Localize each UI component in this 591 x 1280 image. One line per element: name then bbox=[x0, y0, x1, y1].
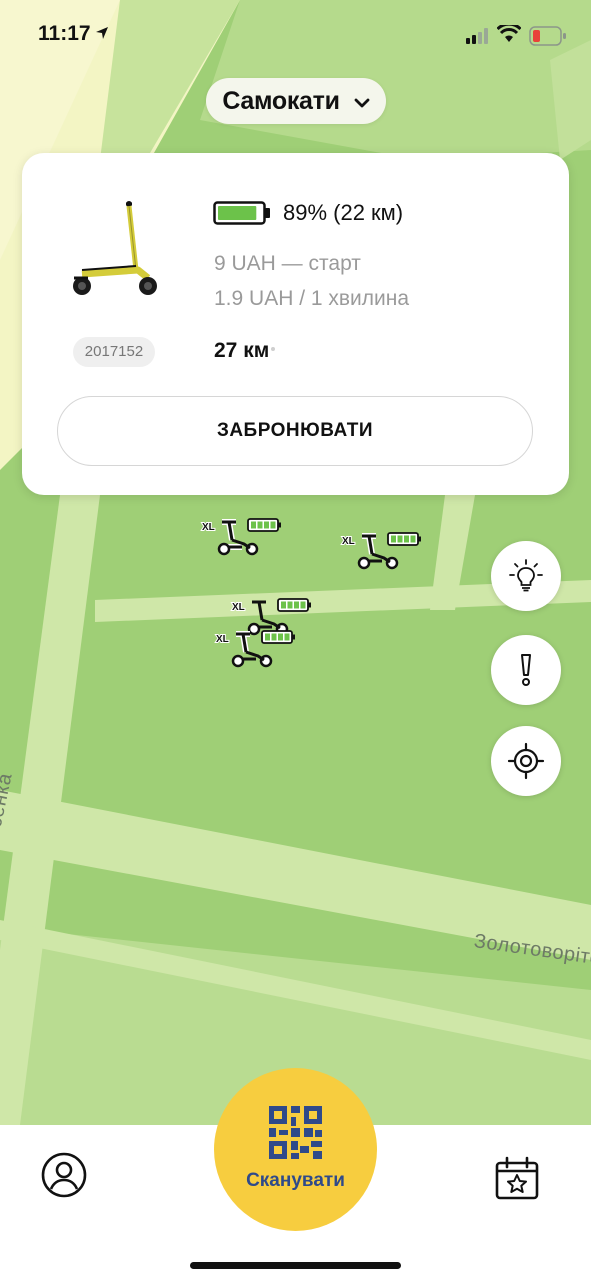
xl-badge: XL bbox=[202, 522, 215, 533]
price-start: 9 UAH — старт bbox=[214, 252, 361, 275]
scooter-marker[interactable]: XL bbox=[340, 528, 425, 576]
scan-button-label: Сканувати bbox=[246, 1170, 345, 1191]
battery-text: 89% (22 км) bbox=[283, 200, 404, 225]
xl-badge: XL bbox=[216, 634, 229, 645]
status-bar: 11:17 bbox=[0, 0, 591, 70]
scooter-marker[interactable]: XL bbox=[214, 626, 299, 674]
calendar-star-icon bbox=[495, 1156, 539, 1200]
profile-button[interactable] bbox=[40, 1151, 88, 1204]
cellular-signal-icon bbox=[466, 28, 488, 44]
reserve-button[interactable]: ЗАБРОНЮВАТИ bbox=[57, 396, 533, 466]
locate-icon bbox=[507, 742, 545, 780]
my-location-button[interactable] bbox=[491, 726, 561, 796]
vehicle-type-label: Самокати bbox=[222, 86, 340, 115]
wifi-icon bbox=[497, 25, 521, 42]
location-arrow-icon bbox=[96, 27, 108, 39]
chevron-down-icon bbox=[354, 98, 370, 108]
home-indicator bbox=[190, 1262, 401, 1269]
distance-to-scooter: 27 км bbox=[214, 339, 270, 362]
reserve-button-label: ЗАБРОНЮВАТИ bbox=[216, 420, 374, 441]
profile-icon bbox=[41, 1152, 87, 1198]
price-per-minute: 1.9 UAH / 1 хвилина bbox=[214, 287, 410, 310]
vehicle-type-selector[interactable]: Самокати bbox=[206, 78, 386, 124]
distance-dot bbox=[271, 347, 275, 351]
lightbulb-icon bbox=[509, 559, 543, 592]
report-problem-button[interactable] bbox=[491, 635, 561, 705]
status-time: 11:17 bbox=[38, 22, 91, 45]
lightbulb-button[interactable] bbox=[491, 541, 561, 611]
alert-icon bbox=[521, 654, 531, 686]
scan-button[interactable]: Сканувати bbox=[214, 1068, 377, 1231]
device-battery-icon bbox=[529, 26, 566, 46]
battery-level-icon bbox=[213, 201, 270, 225]
favorites-calendar-button[interactable] bbox=[495, 1156, 539, 1205]
xl-badge: XL bbox=[342, 536, 355, 547]
scooter-marker[interactable]: XL bbox=[200, 514, 285, 562]
scooter-id-badge: 2017152 bbox=[73, 337, 155, 367]
scooter-image bbox=[73, 201, 157, 295]
qr-code-icon bbox=[269, 1106, 322, 1159]
xl-badge: XL bbox=[232, 602, 245, 613]
